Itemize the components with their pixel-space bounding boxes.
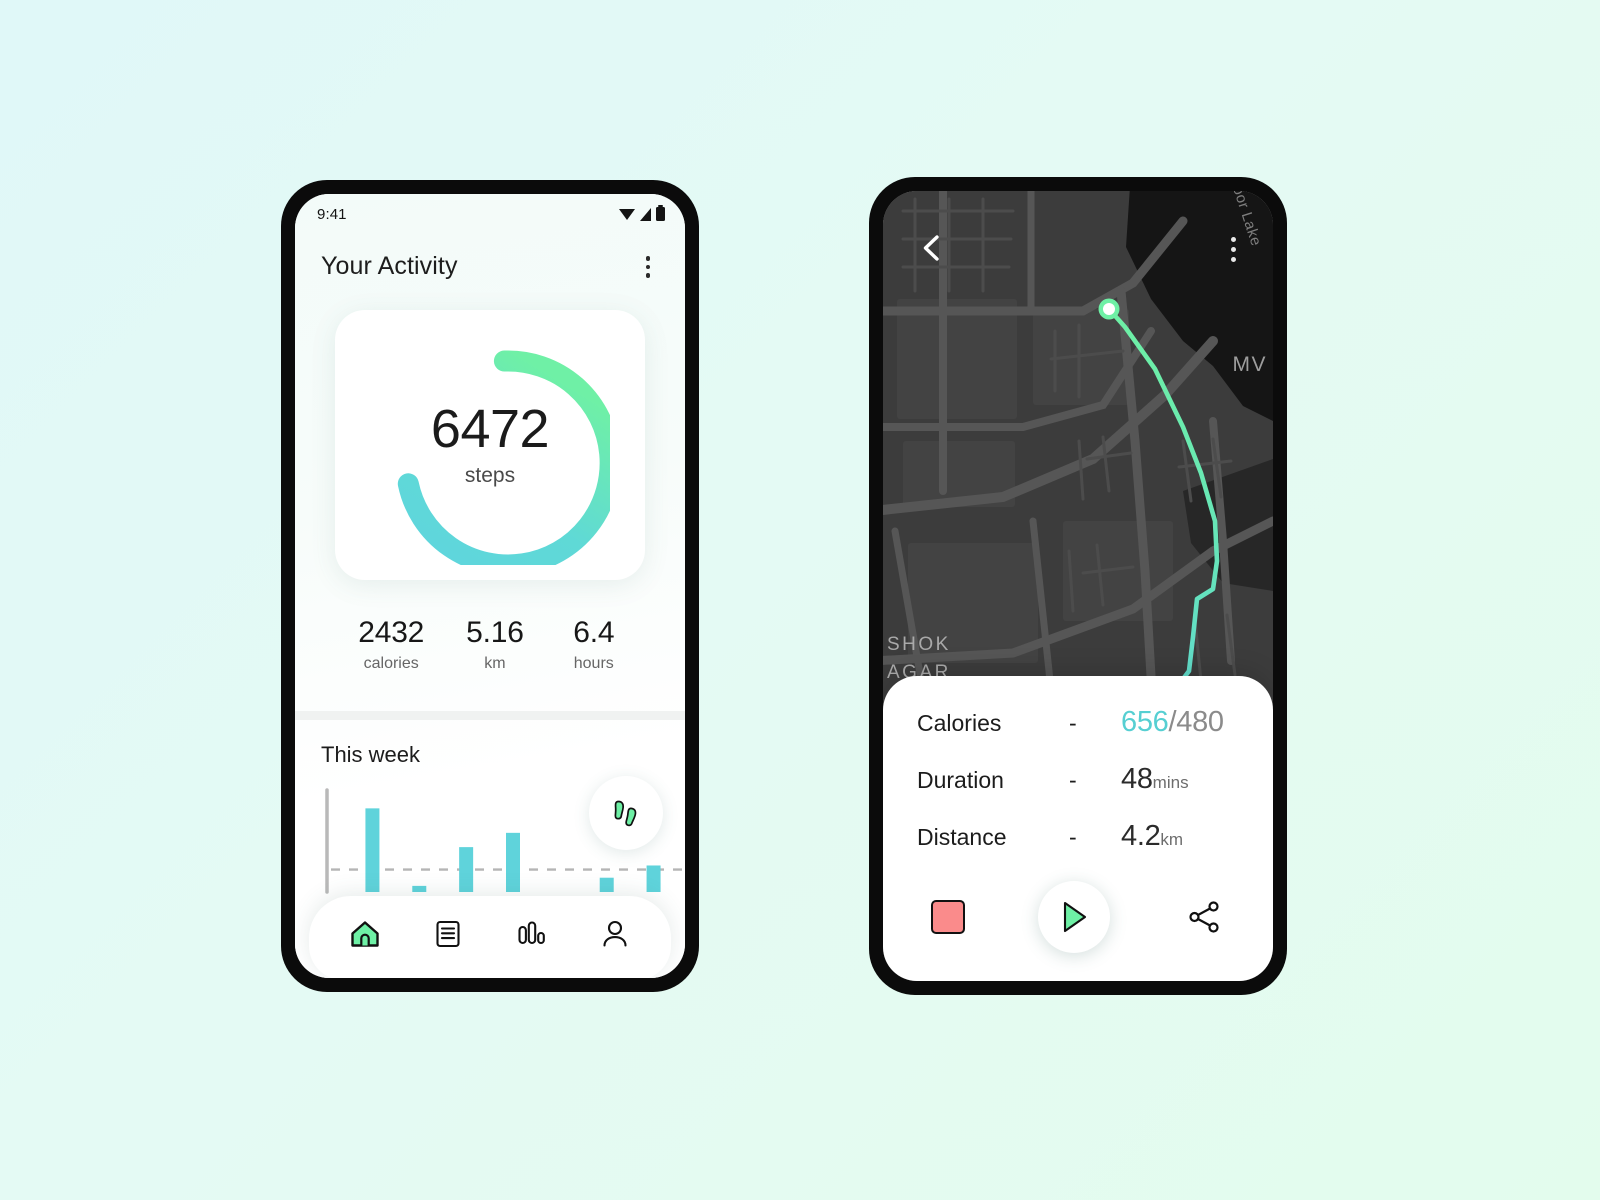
chart-bar[interactable] xyxy=(646,864,661,892)
sidebar-item-profile[interactable] xyxy=(586,905,644,963)
row-label: Duration xyxy=(917,767,1004,793)
stat-value: 5.16 xyxy=(466,615,524,649)
home-icon xyxy=(351,921,379,947)
chevron-left-glyph xyxy=(923,235,939,261)
footprints-glyph xyxy=(614,800,637,826)
status-time: 9:41 xyxy=(317,205,347,223)
stat-value: 2432 xyxy=(358,615,425,649)
steps-progress-ring: 6472 steps xyxy=(370,325,610,565)
row-dash: - xyxy=(1069,767,1077,793)
activity-screen: 9:41 Your Activity 6472 steps 2432 calor… xyxy=(295,194,685,978)
chart-bar[interactable] xyxy=(599,877,614,892)
row-dash: - xyxy=(1069,824,1077,850)
status-bar: 9:41 xyxy=(295,194,685,228)
playback-controls xyxy=(917,877,1239,965)
distance-number: 4.2 xyxy=(1121,820,1161,852)
sidebar-item-journal[interactable] xyxy=(419,905,477,963)
summary-stats: 2432 calories 5.16 km 6.4 hours xyxy=(295,616,685,673)
this-week-section: This week xyxy=(295,720,685,894)
row-label: Distance xyxy=(917,824,1007,850)
status-icons xyxy=(619,204,665,221)
map-screen: Ulsoor Lake SHOK AGAR MV Calories - 656/4… xyxy=(883,191,1273,981)
weekly-bar-chart[interactable] xyxy=(321,775,683,894)
stat-unit: hours xyxy=(573,654,614,672)
row-value: 656/480 xyxy=(1121,706,1224,739)
distance-unit: km xyxy=(1160,830,1184,849)
duration-number: 48 xyxy=(1121,763,1153,795)
stat-calories: 2432 calories xyxy=(358,616,424,673)
summary-row-distance: Distance - 4.2km xyxy=(917,820,1239,853)
document-icon xyxy=(436,920,460,948)
footprints-icon[interactable] xyxy=(589,775,663,850)
steps-label: steps xyxy=(464,463,516,487)
app-bar: Your Activity xyxy=(295,228,685,284)
share-button[interactable] xyxy=(1183,896,1225,938)
calories-goal: /480 xyxy=(1168,706,1225,738)
calories-current: 656 xyxy=(1121,706,1169,738)
wifi-icon xyxy=(619,208,635,220)
battery-icon xyxy=(656,204,665,221)
share-icon xyxy=(1189,901,1219,933)
play-button[interactable] xyxy=(1038,881,1110,953)
section-divider xyxy=(295,710,685,720)
phone-frame-map: Ulsoor Lake SHOK AGAR MV Calories - 656/4… xyxy=(869,177,1287,995)
stat-distance: 5.16 km xyxy=(466,616,524,673)
stat-unit: calories xyxy=(363,654,419,672)
bar-chart-icon xyxy=(518,921,545,945)
steps-ring-card: 6472 steps xyxy=(335,309,645,580)
chart-bar[interactable] xyxy=(412,885,427,892)
stat-hours: 6.4 hours xyxy=(566,616,622,673)
kebab-menu-icon[interactable] xyxy=(637,250,660,284)
person-icon xyxy=(603,920,627,947)
stat-unit: km xyxy=(484,654,506,672)
sidebar-item-home[interactable] xyxy=(336,905,394,963)
page-title: Your Activity xyxy=(321,252,458,281)
steps-value: 6472 xyxy=(430,398,550,459)
ring-center-text: 6472 steps xyxy=(370,325,610,565)
bottom-navigation-bar xyxy=(309,896,671,978)
map-kebab-menu-icon[interactable] xyxy=(1227,233,1240,266)
play-icon xyxy=(1063,901,1087,933)
row-value: 48mins xyxy=(1121,763,1189,796)
stop-square-icon[interactable] xyxy=(931,900,965,934)
summary-row-duration: Duration - 48mins xyxy=(917,763,1239,796)
signal-icon xyxy=(640,207,651,221)
chart-bar[interactable] xyxy=(459,846,474,892)
row-dash: - xyxy=(1069,710,1077,736)
duration-unit: mins xyxy=(1152,773,1189,792)
chevron-left-icon[interactable] xyxy=(917,233,947,263)
stat-value: 6.4 xyxy=(573,615,615,649)
phone-frame-activity: 9:41 Your Activity 6472 steps 2432 calor… xyxy=(281,180,699,992)
chart-bar[interactable] xyxy=(506,832,520,892)
workout-summary-sheet: Calories - 656/480 Duration - 48mins Dis… xyxy=(883,676,1273,981)
row-label: Calories xyxy=(917,710,1002,736)
summary-row-calories: Calories - 656/480 xyxy=(917,706,1239,739)
chart-bar[interactable] xyxy=(365,807,380,892)
sidebar-item-stats[interactable] xyxy=(503,905,561,963)
row-value: 4.2km xyxy=(1121,820,1183,853)
section-title: This week xyxy=(321,741,421,767)
